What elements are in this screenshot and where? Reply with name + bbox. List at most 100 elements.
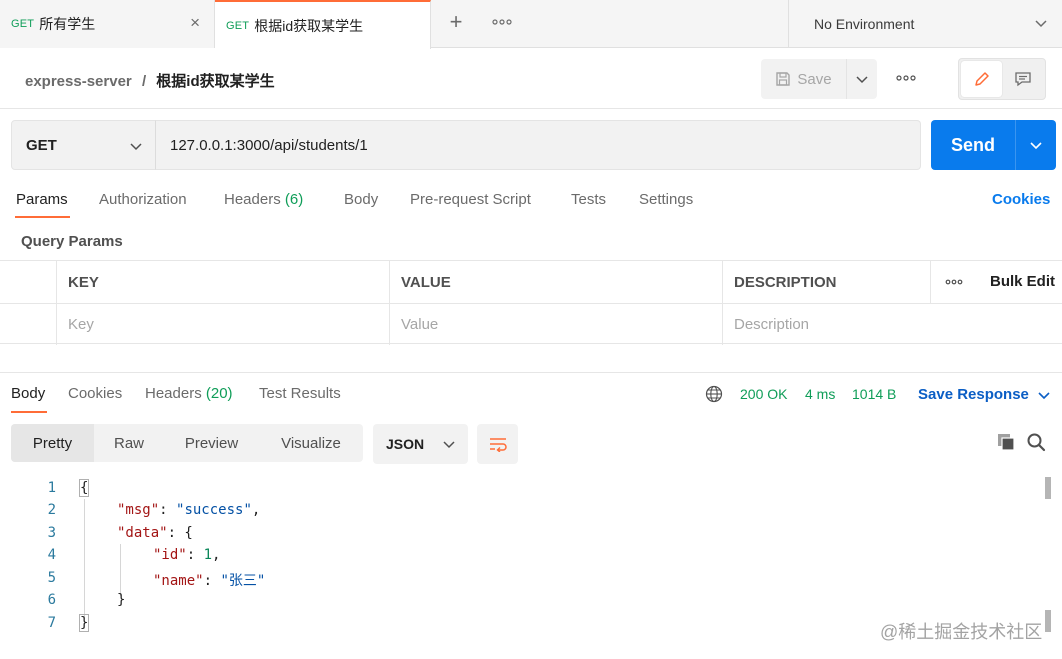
save-group: Save (761, 59, 877, 99)
tab-prerequest-script[interactable]: Pre-request Script (410, 191, 531, 219)
save-label: Save (797, 70, 832, 88)
tab-more-icon[interactable] (490, 13, 514, 33)
cookies-link[interactable]: Cookies (992, 191, 1050, 208)
copy-icon[interactable] (996, 432, 1016, 455)
tab-authorization[interactable]: Authorization (99, 191, 187, 219)
close-brace: } (117, 592, 126, 608)
edit-mode-button[interactable] (961, 61, 1002, 97)
method-select[interactable]: GET (11, 120, 156, 170)
chevron-down-icon (856, 76, 868, 84)
breadcrumb-current[interactable]: 根据id获取某学生 (156, 73, 274, 90)
format-label: JSON (386, 436, 425, 452)
line-number: 4 (47, 547, 56, 563)
send-button[interactable]: Send (931, 120, 1015, 170)
save-icon (776, 72, 791, 86)
tab-headers-label: Headers (224, 191, 281, 208)
tab-get-student-by-id[interactable]: GET 根据id获取某学生 (215, 0, 431, 49)
response-status[interactable]: 200 OK (740, 386, 787, 402)
table-more-icon[interactable] (945, 274, 963, 288)
response-size[interactable]: 1014 B (852, 386, 896, 402)
description-input[interactable]: Description (723, 303, 1062, 345)
divider (0, 108, 1062, 109)
query-params-title: Query Params (21, 233, 123, 250)
json-key: "id" (153, 547, 187, 563)
json-key: "name" (153, 573, 204, 589)
more-options-icon[interactable] (896, 69, 916, 84)
active-tab-indicator (11, 411, 47, 413)
line-number: 6 (47, 592, 56, 608)
line-number: 1 (47, 480, 56, 496)
table-checkbox-header (0, 261, 57, 303)
json-key: "msg" (117, 502, 160, 518)
divider (0, 372, 1062, 373)
send-options-button[interactable] (1015, 120, 1056, 170)
environment-select[interactable]: No Environment (788, 0, 1062, 48)
search-icon[interactable] (1026, 432, 1046, 455)
tab-all-students[interactable]: GET 所有学生 × (0, 0, 215, 48)
view-tab-visualize[interactable]: Visualize (259, 424, 363, 462)
globe-icon[interactable] (705, 385, 723, 406)
save-button[interactable]: Save (761, 59, 846, 99)
line-number: 3 (47, 525, 56, 541)
format-select[interactable]: JSON (373, 424, 468, 464)
table-checkbox-cell (0, 303, 57, 345)
key-input[interactable]: Key (57, 303, 390, 345)
chevron-down-icon (443, 441, 455, 449)
view-tab-pretty[interactable]: Pretty (11, 424, 94, 462)
scrollbar-thumb[interactable] (1045, 477, 1051, 499)
save-options-button[interactable] (846, 59, 877, 99)
response-time[interactable]: 4 ms (805, 386, 835, 402)
chevron-down-icon (1030, 142, 1042, 150)
code-line: "id": 1, (153, 547, 221, 563)
response-tab-cookies[interactable]: Cookies (68, 385, 122, 402)
json-string: "success" (176, 502, 252, 518)
save-response-button[interactable]: Save Response (918, 386, 1051, 403)
active-tab-indicator (15, 216, 70, 218)
breadcrumb-collection[interactable]: express-server (25, 73, 132, 90)
comment-icon (1014, 72, 1031, 87)
scrollbar-thumb[interactable] (1045, 610, 1051, 632)
tab-method: GET (11, 18, 35, 30)
tab-body[interactable]: Body (344, 191, 378, 219)
watermark: @稀土掘金技术社区 (880, 622, 1043, 642)
close-brace: } (78, 614, 90, 632)
chevron-down-icon (1035, 20, 1047, 28)
response-tab-body[interactable]: Body (11, 385, 45, 402)
bulk-edit-button[interactable]: Bulk Edit (990, 273, 1055, 290)
value-input[interactable]: Value (390, 303, 723, 345)
indent-guide (84, 499, 85, 619)
view-tab-preview[interactable]: Preview (164, 424, 259, 462)
environment-label: No Environment (814, 16, 915, 32)
save-response-label: Save Response (918, 386, 1029, 403)
add-tab-icon[interactable]: + (444, 11, 468, 35)
open-brace: { (78, 479, 90, 497)
json-number: 1 (203, 547, 213, 563)
view-tab-raw[interactable]: Raw (94, 424, 164, 462)
close-icon[interactable]: × (190, 14, 200, 32)
view-mode-toggle (958, 58, 1046, 100)
tab-tests[interactable]: Tests (571, 191, 606, 219)
column-value-header: VALUE (390, 261, 723, 303)
code-line: "name": "张三" (153, 573, 266, 589)
tab-params[interactable]: Params (16, 191, 68, 219)
comment-mode-button[interactable] (1002, 61, 1043, 97)
column-description-header: DESCRIPTION (723, 261, 931, 303)
wrap-lines-button[interactable] (477, 424, 518, 464)
tab-headers-count: (6) (284, 191, 304, 208)
line-number: 5 (47, 570, 56, 586)
code-line: } (117, 592, 125, 608)
url-input[interactable]: 127.0.0.1:3000/api/students/1 (155, 120, 921, 170)
pencil-icon (974, 72, 989, 86)
chevron-down-icon (1038, 391, 1050, 399)
response-headers-count: (20) (205, 385, 233, 402)
tab-title: 所有学生 (39, 16, 96, 32)
response-headers-label: Headers (145, 385, 202, 402)
response-tab-test-results[interactable]: Test Results (259, 385, 341, 402)
send-group: Send (931, 120, 1056, 170)
view-tabs: Pretty Raw Preview Visualize (11, 424, 363, 462)
indent-guide (120, 544, 121, 596)
tab-settings[interactable]: Settings (639, 191, 693, 219)
tab-headers[interactable]: Headers (6) (224, 191, 303, 219)
code-line: "data": { (117, 525, 193, 541)
response-tab-headers[interactable]: Headers (20) (145, 385, 233, 402)
